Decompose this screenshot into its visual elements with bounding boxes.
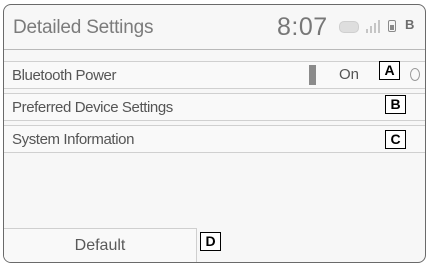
default-button[interactable]: Default (4, 228, 197, 262)
callout-c: C (385, 130, 406, 149)
status-indicator-icon (410, 68, 420, 81)
clock: 8:07 (277, 13, 328, 41)
callout-a: A (379, 61, 400, 80)
page-title: Detailed Settings (13, 17, 154, 38)
settings-screen: Detailed Settings 8:07 B Bluetooth Power… (3, 4, 426, 263)
system-information-label: System Information (12, 131, 135, 148)
phone-battery-icon (388, 20, 396, 32)
bluetooth-power-value: On (339, 66, 360, 83)
bluetooth-power-label: Bluetooth Power (12, 67, 117, 84)
header-bar: Detailed Settings 8:07 B (4, 5, 425, 50)
bluetooth-icon: B (405, 17, 415, 32)
callout-b: B (385, 95, 406, 114)
bluetooth-power-row[interactable]: Bluetooth Power On (4, 61, 425, 89)
media-badge-icon (339, 21, 359, 33)
status-icons: B (339, 17, 425, 35)
callout-d: D (200, 232, 221, 251)
preferred-device-settings-label: Preferred Device Settings (12, 99, 173, 116)
system-information-row[interactable]: System Information (4, 125, 425, 153)
preferred-device-settings-row[interactable]: Preferred Device Settings (4, 93, 425, 121)
default-button-label: Default (74, 237, 126, 254)
signal-bars-icon (366, 19, 380, 33)
toggle-indicator-bar (309, 65, 316, 85)
